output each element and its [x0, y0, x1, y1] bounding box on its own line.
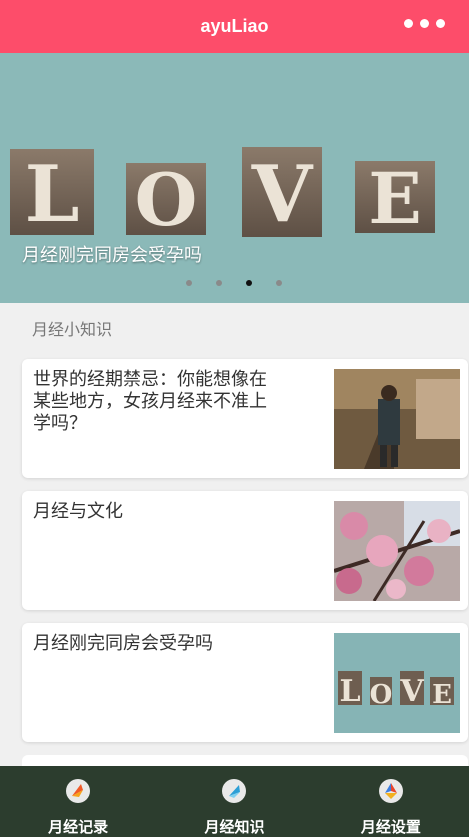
carousel-dot[interactable]	[276, 280, 282, 286]
section-title: 月经小知识	[32, 320, 113, 339]
love-letter-e: E	[368, 157, 421, 240]
article-title: 世界的经期禁忌：你能想像在某些地方，女孩月经来不准上学吗？	[33, 369, 267, 434]
tab-label: 月经知识	[204, 818, 265, 836]
love-letter-l: L	[25, 149, 80, 240]
tab-record[interactable]: 月经记录	[0, 766, 156, 837]
carousel-dot[interactable]	[216, 280, 222, 286]
app-title: ayuLiao	[200, 16, 269, 36]
love-letter-o: O	[135, 157, 198, 242]
more-dots-icon[interactable]	[404, 19, 445, 28]
carousel-indicator	[186, 280, 282, 286]
tab-settings[interactable]: 月经设置	[313, 766, 469, 837]
banner-carousel[interactable]: L O V E 月经刚完同房会受孕吗	[0, 53, 469, 303]
knowledge-icon	[222, 779, 247, 803]
carousel-dot-active[interactable]	[246, 280, 252, 286]
bottom-tabbar: 月经记录 月经知识 月经设置	[0, 766, 469, 837]
article-card[interactable]: 世界的经期禁忌：你能想像在某些地方，女孩月经来不准上学吗？	[22, 359, 468, 478]
thumbnail-letter-e: E	[432, 680, 452, 710]
article-thumbnail-love: L O V E	[334, 633, 460, 733]
tab-knowledge[interactable]: 月经知识	[156, 766, 312, 837]
settings-icon	[378, 779, 403, 803]
tab-label: 月经记录	[48, 818, 109, 836]
thumbnail-letter-o: O	[370, 680, 393, 710]
article-card[interactable]: 月经刚完同房会受孕吗 L O V E	[22, 623, 468, 742]
record-icon	[66, 779, 91, 803]
article-card[interactable]: 月经与文化	[22, 491, 468, 610]
thumbnail-letter-l: L	[339, 674, 360, 709]
carousel-dot[interactable]	[186, 280, 192, 286]
article-title: 月经与文化	[33, 501, 123, 522]
tab-label: 月经设置	[360, 818, 421, 836]
article-thumbnail-magnolia	[334, 501, 460, 601]
top-navbar: ayuLiao	[0, 0, 469, 53]
article-thumbnail-girl-railway	[334, 369, 460, 469]
article-title: 月经刚完同房会受孕吗	[33, 633, 213, 654]
thumbnail-letter-v: V	[399, 674, 424, 709]
banner-caption: 月经刚完同房会受孕吗	[22, 245, 202, 266]
love-letter-v: V	[251, 149, 314, 240]
